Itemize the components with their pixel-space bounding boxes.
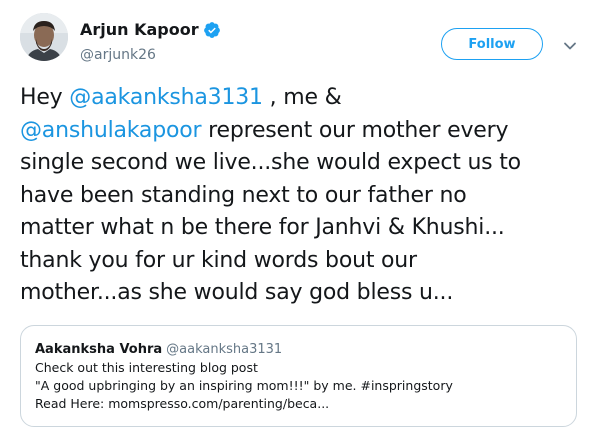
quoted-tweet-line: "A good upbringing by an inspiring mom!!… — [35, 378, 453, 393]
mention-link[interactable]: @aakanksha3131 — [69, 85, 263, 110]
tweet-line: single second we live...she would expect… — [20, 150, 521, 175]
tweet-text-segment: represent our mother every — [201, 117, 509, 143]
tweet-text-segment: , me & — [262, 85, 342, 110]
follow-button[interactable]: Follow — [441, 28, 543, 60]
author-handle[interactable]: @arjunk26 — [80, 47, 156, 63]
tweet-line: thank you for ur kind words bout our — [20, 247, 417, 273]
quoted-tweet-line: Read Here: momspresso.com/parenting/beca… — [35, 396, 330, 411]
tweet-line: Hey @aakanksha3131 , me & — [20, 82, 586, 115]
author-name-row[interactable]: Arjun Kapoor — [80, 20, 221, 39]
tweet-text: Hey @aakanksha3131 , me & @anshulakapoor… — [20, 82, 586, 310]
tweet-line: mother...as she would say god bless u... — [20, 280, 454, 305]
avatar-image — [20, 13, 68, 61]
chevron-down-icon[interactable] — [563, 38, 577, 52]
quoted-tweet-line: Check out this interesting blog post — [35, 360, 258, 375]
quoted-tweet-card[interactable]: Aakanksha Vohra @aakanksha3131 Check out … — [20, 325, 577, 427]
mention-link[interactable]: @anshulakapoor — [20, 118, 202, 143]
quoted-author-handle: @aakanksha3131 — [166, 342, 283, 357]
tweet-line: @anshulakapoor represent our mother ever… — [20, 115, 586, 148]
tweet-line: have been standing next to our father no — [20, 182, 467, 208]
quoted-tweet-header: Aakanksha Vohra @aakanksha3131 — [35, 341, 562, 359]
tweet-line: matter what n be there for Janhvi & Khus… — [20, 215, 505, 240]
tweet-text-segment: Hey — [20, 85, 70, 110]
avatar[interactable] — [20, 13, 68, 61]
quoted-author-name: Aakanksha Vohra — [35, 342, 163, 357]
verified-badge-icon — [203, 21, 221, 39]
author-name[interactable]: Arjun Kapoor — [80, 20, 199, 39]
